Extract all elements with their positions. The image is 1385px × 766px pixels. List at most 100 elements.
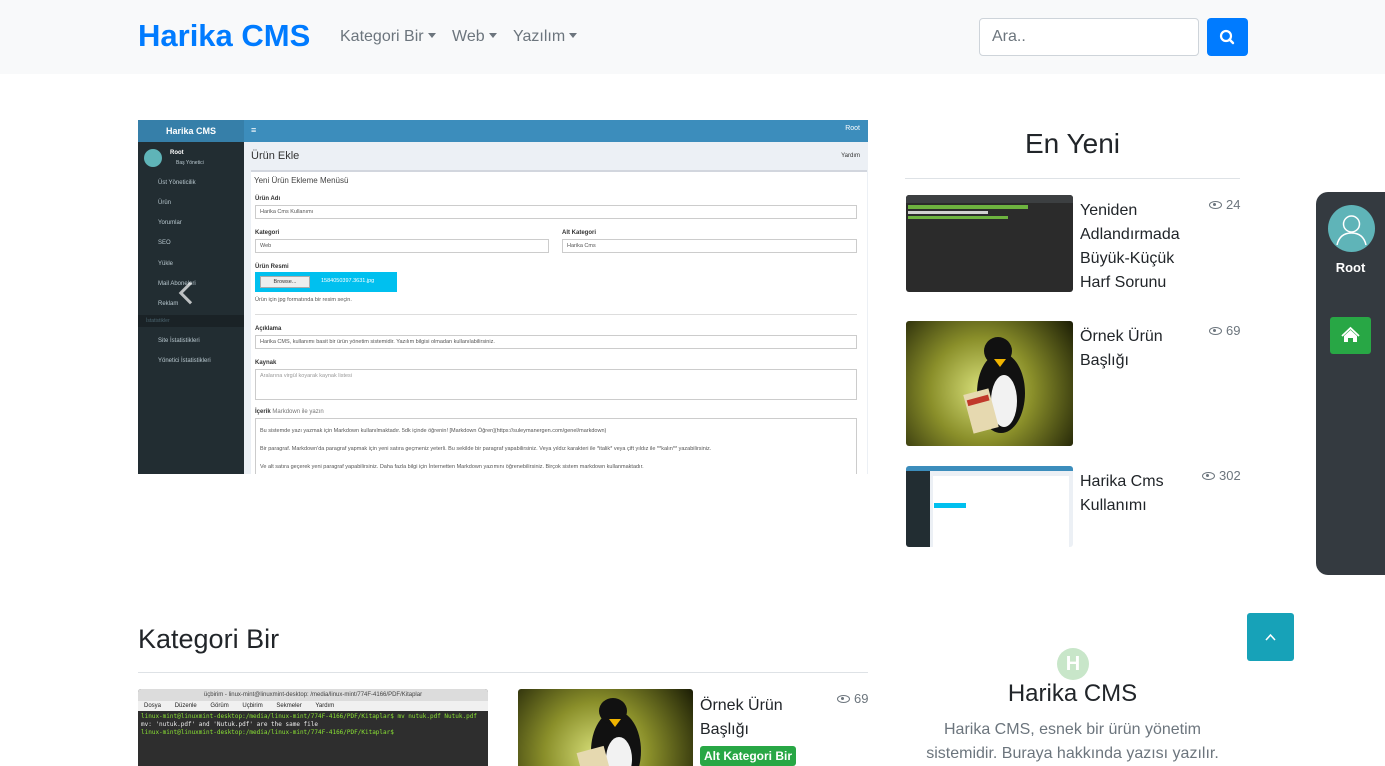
nav-dropdown-kategori-bir[interactable]: Kategori Bir — [340, 28, 436, 46]
admin-sidebar-user: Root — [170, 150, 184, 156]
admin-sidebar-item: Yorumlar — [158, 220, 182, 226]
category-post-thumbnail[interactable] — [518, 689, 693, 766]
eye-icon — [1209, 201, 1222, 209]
field-label: Alt Kategori — [562, 230, 597, 236]
caret-down-icon — [427, 33, 436, 38]
admin-sidebar-item: Yönetici İstatistikleri — [158, 358, 211, 364]
field-value: Harika Cms Kullanımı — [255, 205, 857, 219]
admin-brand: Harika CMS — [138, 120, 244, 142]
category-post-thumbnail[interactable]: üçbirim - linux-mint@linuxmint-desktop: … — [138, 689, 488, 766]
category-badge[interactable]: Alt Kategori Bir — [700, 746, 797, 766]
terminal-menu-item: Dosya — [144, 703, 162, 709]
terminal-menu-item: Uçbirim — [242, 703, 263, 709]
field-label: İçerik — [255, 409, 271, 415]
field-label: Ürün Adı — [255, 196, 281, 202]
admin-form-box: Yeni Ürün Ekleme Menüsü Ürün Adı Harika … — [251, 170, 867, 474]
chevron-up-icon — [1265, 633, 1276, 641]
admin-user-role: Baş Yönetici — [176, 160, 204, 166]
window-titlebar — [906, 195, 1073, 203]
thumb-header — [906, 466, 1073, 471]
carousel[interactable]: Harika CMS ≡ Root Root Baş Yönetici Üst … — [138, 120, 868, 474]
field-value: Web — [255, 239, 549, 253]
eye-icon — [837, 695, 850, 703]
field-hint: Markdown ile yazın — [272, 409, 324, 415]
terminal-titlebar: üçbirim - linux-mint@linuxmint-desktop: … — [138, 689, 488, 701]
admin-sidebar-item: Ürün — [158, 200, 172, 206]
terminal-menu-item: Yardım — [315, 703, 335, 709]
menu-icon: ≡ — [251, 125, 257, 135]
footer-logo: H — [1057, 648, 1089, 680]
tux-image — [963, 337, 1025, 434]
admin-content: Ürün Ekle Yardım Yeni Ürün Ekleme Menüsü… — [244, 142, 868, 474]
form-box-title: Yeni Ürün Ekleme Menüsü — [254, 176, 349, 185]
user-icon — [1336, 215, 1367, 246]
divider — [138, 672, 868, 673]
nav-label: Kategori Bir — [340, 28, 424, 45]
terminal-line — [908, 205, 1028, 209]
nav-dropdown-web[interactable]: Web — [452, 28, 497, 46]
view-count-value: 69 — [1226, 323, 1241, 338]
admin-sidebar-item: Yükle — [158, 261, 174, 267]
post-thumbnail[interactable] — [906, 195, 1073, 292]
thumb-sidebar — [906, 471, 930, 547]
search-input[interactable] — [979, 18, 1199, 56]
thumb-file-input — [934, 503, 966, 508]
field-label: Açıklama — [255, 326, 282, 332]
view-count-value: 24 — [1226, 197, 1241, 212]
user-name: Root — [1335, 260, 1366, 275]
file-name: 1584050397.3631.jpg — [321, 278, 375, 284]
terminal-menubar: Dosya Düzenle Görüm Uçbirim Sekmeler Yar… — [138, 701, 488, 711]
user-panel: Root — [1316, 192, 1385, 575]
admin-user: Root — [845, 125, 860, 132]
terminal-line: mv: 'nutuk.pdf' and 'Nutuk.pdf' are the … — [141, 721, 319, 728]
search-icon — [1219, 29, 1235, 45]
scroll-top-button[interactable] — [1247, 613, 1294, 661]
post-thumbnail[interactable] — [906, 466, 1073, 547]
category-title: Kategori Bir — [138, 624, 280, 654]
post-thumbnail[interactable] — [906, 321, 1073, 446]
view-count: 69 — [837, 691, 868, 706]
content-line: Ve alt satıra geçerek yeni paragraf yapa… — [260, 464, 644, 470]
post-title[interactable]: Örnek Ürün Başlığı — [700, 694, 810, 742]
avatar — [144, 149, 162, 167]
sidebar-header: İstatistikler — [138, 315, 244, 327]
terminal-line: linux-mint@linuxmint-desktop:/media/linu… — [141, 729, 394, 736]
field-label: Kategori — [255, 230, 280, 236]
eye-icon — [1202, 472, 1215, 480]
field-value: Aralarına virgül koyarak kaynak listesi — [255, 369, 857, 400]
footer-text: Harika CMS, esnek bir ürün yönetim siste… — [926, 721, 1219, 762]
nav-dropdown-yazilim[interactable]: Yazılım — [513, 28, 578, 46]
home-button[interactable] — [1330, 317, 1371, 354]
thumb-box — [933, 476, 1069, 547]
caret-down-icon — [569, 33, 578, 38]
divider — [255, 314, 857, 315]
post-title[interactable]: Yeniden Adlandırmada Büyük-Küçük Harf So… — [1080, 199, 1190, 295]
content-line: Bu sistemde yazı yazmak için Markdown ku… — [260, 428, 607, 434]
terminal-menu-item: Sekmeler — [276, 703, 302, 709]
browse-button: Browse... — [260, 276, 310, 288]
terminal-menu-item: Görüm — [210, 703, 229, 709]
view-count: 302 — [1202, 468, 1241, 483]
terminal-output: linux-mint@linuxmint-desktop:/media/linu… — [141, 713, 477, 737]
caret-down-icon — [488, 33, 497, 38]
terminal-line — [908, 211, 988, 214]
navbar: Harika CMS Kategori Bir Web Yazılım — [0, 0, 1385, 74]
field-value: Harika Cms — [562, 239, 857, 253]
footer-title: Harika CMS — [1007, 680, 1138, 707]
post-title[interactable]: Harika Cms Kullanımı — [1080, 470, 1190, 518]
view-count: 69 — [1209, 323, 1240, 338]
admin-sidebar: Root Baş Yönetici Üst Yöneticilik Ürün Y… — [138, 142, 244, 474]
field-value: Harika CMS, kullanımı basit bir ürün yön… — [255, 335, 857, 349]
divider — [905, 178, 1240, 179]
latest-title: En Yeni — [1025, 128, 1120, 159]
search-button[interactable] — [1207, 18, 1248, 56]
view-count-value: 302 — [1219, 468, 1241, 483]
post-title[interactable]: Örnek Ürün Başlığı — [1080, 325, 1190, 373]
content-textarea: Bu sistemde yazı yazmak için Markdown ku… — [255, 418, 857, 474]
user-avatar-icon[interactable] — [1328, 205, 1375, 252]
terminal-line — [908, 216, 1008, 219]
admin-sidebar-item: Site İstatistikleri — [158, 338, 200, 344]
terminal-menu-item: Düzenle — [174, 703, 197, 709]
brand-logo[interactable]: Harika CMS — [138, 18, 310, 54]
nav-label: Yazılım — [513, 28, 566, 45]
